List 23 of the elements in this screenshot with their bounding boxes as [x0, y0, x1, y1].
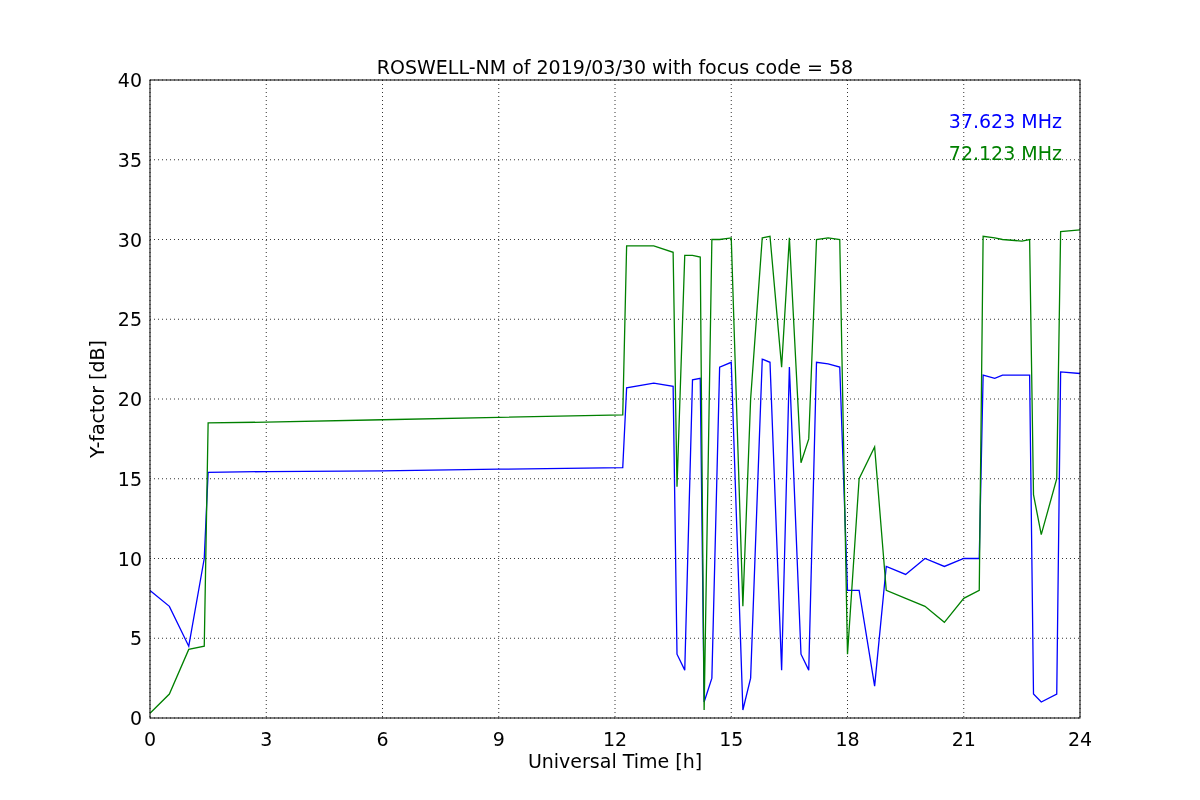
y-tick-label: 30: [117, 228, 142, 251]
x-tick-label: 15: [719, 728, 744, 750]
y-tick-label: 20: [117, 388, 142, 410]
y-tick-label: 40: [117, 69, 142, 91]
y-axis-label: Y-factor [dB]: [86, 340, 108, 458]
x-tick-label: 21: [951, 728, 976, 750]
x-tick-label: 24: [1067, 728, 1093, 750]
y-tick-label: 25: [117, 308, 142, 331]
x-tick-label: 3: [260, 728, 273, 750]
x-tick-label: 9: [492, 728, 505, 750]
chart-title: ROSWELL-NM of 2019/03/30 with focus code = 58: [376, 56, 854, 78]
x-axis-label: Universal Time [h]: [527, 750, 703, 772]
x-tick-label: 12: [602, 728, 628, 750]
x-tick-label: 6: [376, 728, 389, 750]
y-tick-label: 5: [129, 627, 142, 650]
y-tick-label: 10: [117, 547, 142, 570]
legend-label: 72.123 MHz: [948, 142, 1062, 164]
legend-label: 37.623 MHz: [948, 110, 1062, 132]
y-tick-label: 15: [117, 467, 142, 490]
y-tick-label: 0: [129, 707, 142, 729]
x-tick-label: 18: [835, 728, 860, 750]
y-tick-label: 35: [117, 148, 142, 171]
x-tick-label: 0: [143, 728, 157, 750]
